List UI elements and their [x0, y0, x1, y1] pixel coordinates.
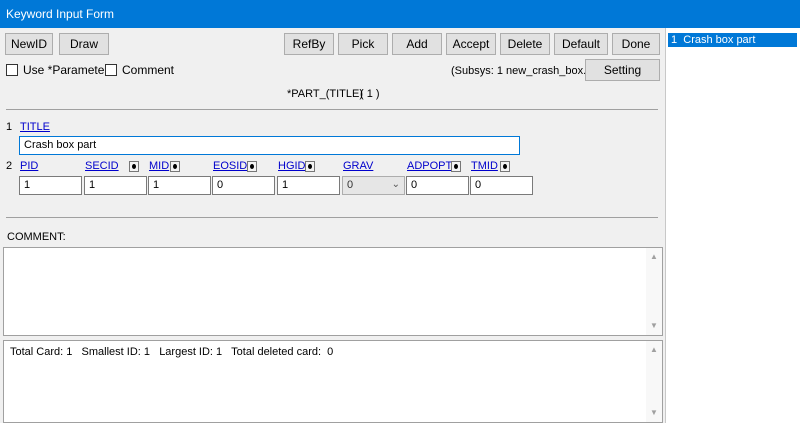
adpopt-input[interactable]: 0	[406, 176, 469, 195]
grav-select[interactable]: 0 ⌄	[342, 176, 405, 195]
status-scrollbar[interactable]: ▲ ▼	[646, 341, 662, 422]
subsys-info: (Subsys: 1 new_crash_box.k)	[451, 65, 596, 77]
divider	[6, 217, 658, 218]
accept-button[interactable]: Accept	[446, 33, 496, 55]
mid-field-label[interactable]: MID	[149, 160, 169, 172]
checkbox-box[interactable]	[105, 64, 117, 76]
status-panel: Total Card: 1 Smallest ID: 1 Largest ID:…	[3, 340, 663, 423]
radio-dot-icon[interactable]	[247, 161, 257, 172]
eosid-input[interactable]: 0	[212, 176, 275, 195]
comment-textarea[interactable]: ▲ ▼	[3, 247, 663, 336]
comment-checkbox[interactable]: Comment	[105, 63, 174, 77]
scroll-down-icon[interactable]: ▼	[646, 406, 662, 420]
grav-field-label[interactable]: GRAV	[343, 160, 373, 172]
scroll-up-icon[interactable]: ▲	[646, 343, 662, 357]
pid-input[interactable]: 1	[19, 176, 82, 195]
hgid-input[interactable]: 1	[277, 176, 340, 195]
scroll-up-icon[interactable]: ▲	[646, 250, 662, 264]
use-parameter-checkbox[interactable]: Use *Parameter	[6, 63, 108, 77]
title-input[interactable]: Crash box part	[19, 136, 520, 155]
pick-button[interactable]: Pick	[338, 33, 388, 55]
secid-input[interactable]: 1	[84, 176, 147, 195]
radio-dot-icon[interactable]	[305, 161, 315, 172]
title-field-label[interactable]: TITLE	[20, 121, 50, 133]
use-parameter-label: Use *Parameter	[23, 63, 109, 77]
setting-button[interactable]: Setting	[585, 59, 660, 81]
radio-dot-icon[interactable]	[451, 161, 461, 172]
card-row-number: 1	[6, 121, 13, 133]
newid-button[interactable]: NewID	[5, 33, 53, 55]
hgid-field-label[interactable]: HGID	[278, 160, 306, 172]
add-button[interactable]: Add	[392, 33, 442, 55]
keyword-input-form: NewID Draw RefBy Pick Add Accept Delete …	[0, 28, 666, 423]
scroll-down-icon[interactable]: ▼	[646, 319, 662, 333]
draw-button[interactable]: Draw	[59, 33, 109, 55]
card-row-number: 2	[6, 160, 13, 172]
adpopt-field-label[interactable]: ADPOPT	[407, 160, 452, 172]
smallest-id-text: Smallest ID: 1	[81, 346, 151, 358]
radio-dot-icon[interactable]	[170, 161, 180, 172]
default-button[interactable]: Default	[554, 33, 608, 55]
total-deleted-text: Total deleted card: 0	[231, 346, 334, 358]
status-line: Total Card: 1 Smallest ID: 1 Largest ID:…	[10, 346, 333, 358]
divider	[6, 109, 658, 110]
window-title: Keyword Input Form	[6, 7, 115, 21]
done-button[interactable]: Done	[612, 33, 660, 55]
secid-field-label[interactable]: SECID	[85, 160, 119, 172]
grav-select-value: 0	[347, 179, 354, 191]
radio-dot-icon[interactable]	[500, 161, 510, 172]
refby-button[interactable]: RefBy	[284, 33, 334, 55]
largest-id-text: Largest ID: 1	[159, 346, 223, 358]
pid-field-label[interactable]: PID	[20, 160, 38, 172]
card-list-item-label: Crash box part	[683, 34, 756, 46]
tmid-field-label[interactable]: TMID	[471, 160, 498, 172]
comment-section-label: COMMENT:	[7, 231, 66, 243]
mid-input[interactable]: 1	[148, 176, 211, 195]
delete-button[interactable]: Delete	[500, 33, 550, 55]
comment-scrollbar[interactable]: ▲ ▼	[646, 248, 662, 335]
keyword-count: ( 1 )	[360, 88, 380, 100]
checkbox-box[interactable]	[6, 64, 18, 76]
card-list-panel: 1 Crash box part	[667, 28, 800, 423]
title-bar: Keyword Input Form	[0, 0, 800, 28]
eosid-field-label[interactable]: EOSID	[213, 160, 247, 172]
chevron-down-icon: ⌄	[391, 179, 400, 190]
comment-checkbox-label: Comment	[122, 63, 175, 77]
card-list-item-id: 1	[671, 34, 678, 46]
radio-dot-icon[interactable]	[129, 161, 139, 172]
tmid-input[interactable]: 0	[470, 176, 533, 195]
card-list-item[interactable]: 1 Crash box part	[668, 33, 797, 47]
total-card-text: Total Card: 1	[10, 346, 73, 358]
keyword-heading: *PART_(TITLE)	[287, 88, 363, 100]
